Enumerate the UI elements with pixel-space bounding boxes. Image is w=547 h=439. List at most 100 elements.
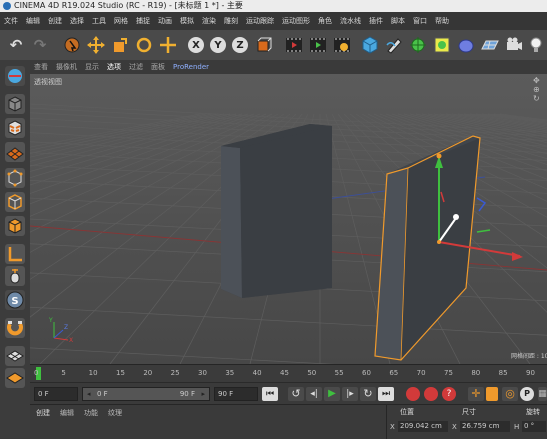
viewport-menu-view[interactable]: 查看 [30, 60, 52, 74]
model-mode-icon[interactable] [5, 94, 25, 114]
menu-script[interactable]: 脚本 [387, 12, 409, 30]
menu-animate[interactable]: 动画 [154, 12, 176, 30]
menu-help[interactable]: 帮助 [431, 12, 453, 30]
range-right-arrow-icon[interactable]: ▸ [201, 388, 205, 400]
edges-mode-icon[interactable] [5, 192, 25, 212]
parameter-key-icon[interactable]: P [520, 387, 534, 401]
position-x-field[interactable]: 209.042 cm [398, 421, 448, 432]
timeline-ruler[interactable]: 0 5 10 15 20 25 30 35 40 45 50 55 60 65 70 75 80 85 90 [30, 364, 547, 383]
render-to-picture-viewer-icon[interactable] [308, 35, 328, 55]
start-frame-field[interactable]: 0 F [34, 387, 78, 401]
menu-render[interactable]: 渲染 [198, 12, 220, 30]
end-frame-field[interactable]: 90 F [214, 387, 258, 401]
material-tab-create[interactable]: 创建 [36, 408, 50, 418]
menu-file[interactable]: 文件 [0, 12, 22, 30]
cube-object-icon[interactable] [360, 35, 380, 55]
menu-edit[interactable]: 编辑 [22, 12, 44, 30]
material-tab-edit[interactable]: 编辑 [60, 408, 74, 418]
point-level-key-icon[interactable]: ▦ [538, 387, 547, 401]
go-to-start-icon[interactable]: ⏮ [262, 387, 278, 401]
previous-frame-icon[interactable]: ◂| [306, 387, 322, 401]
range-left-arrow-icon[interactable]: ◂ [87, 388, 91, 400]
range-end-value: 90 F [179, 390, 195, 398]
viewport-menu-camera[interactable]: 摄像机 [52, 60, 81, 74]
menu-mograph[interactable]: 运动图形 [278, 12, 314, 30]
timeline-tick-label: 60 [362, 369, 371, 377]
pan-view-icon[interactable]: ✥ [533, 76, 543, 85]
menu-simulate[interactable]: 模拟 [176, 12, 198, 30]
go-to-end-icon[interactable]: ⏭ [378, 387, 394, 401]
light-icon[interactable] [526, 35, 546, 55]
redo-icon[interactable]: ↷ [30, 35, 50, 55]
previous-key-icon[interactable]: ↺ [288, 387, 304, 401]
viewport-menu-filter[interactable]: 过滤 [125, 60, 147, 74]
coordinates-manager: 位置 尺寸 旋转 X 209.042 cm X 26.759 cm H 0 ° [386, 405, 547, 439]
coordinate-system-icon[interactable] [254, 35, 274, 55]
menu-select[interactable]: 选择 [66, 12, 88, 30]
x-axis-lock-icon[interactable]: X [186, 35, 206, 55]
solo-mode-icon[interactable]: S [5, 290, 25, 310]
viewport-scene: Y X Z 透视视图 网格间距 : 100 cm [30, 74, 547, 364]
render-view-icon[interactable] [284, 35, 304, 55]
deformer-icon[interactable] [456, 35, 476, 55]
size-x-field[interactable]: 26.759 cm [460, 421, 510, 432]
rotate-view-icon[interactable]: ↻ [533, 94, 543, 103]
menu-create[interactable]: 创建 [44, 12, 66, 30]
make-editable-icon[interactable] [5, 66, 25, 86]
planar-workplane-icon[interactable] [5, 368, 25, 388]
window-title-bar: CINEMA 4D R19.024 Studio (RC - R19) - [未… [0, 0, 547, 12]
scale-icon[interactable] [110, 35, 130, 55]
scale-key-icon[interactable] [486, 387, 498, 401]
workplane-mode-icon[interactable] [5, 142, 25, 162]
axis-mode-icon[interactable] [5, 244, 25, 264]
rotation-h-field[interactable]: 0 ° [522, 421, 546, 432]
preview-range-slider[interactable]: ◂ 0 F 90 F ▸ [82, 387, 210, 401]
viewport-menu-prorender[interactable]: ProRender [169, 60, 213, 74]
autokeying-icon[interactable] [424, 387, 438, 401]
camera-icon[interactable] [504, 35, 524, 55]
viewport-menu-options[interactable]: 选项 [103, 60, 125, 74]
menu-window[interactable]: 窗口 [409, 12, 431, 30]
texture-mode-icon[interactable] [5, 118, 25, 138]
z-axis-lock-icon[interactable]: Z [230, 35, 250, 55]
render-settings-icon[interactable] [332, 35, 352, 55]
menu-mesh[interactable]: 网格 [110, 12, 132, 30]
array-cloner-icon[interactable] [432, 35, 452, 55]
material-tab-texture[interactable]: 纹理 [108, 408, 122, 418]
play-icon[interactable]: ▶ [324, 387, 340, 401]
keyframe-selection-icon[interactable]: ? [442, 387, 456, 401]
zoom-view-icon[interactable]: ⊕ [533, 85, 543, 94]
menu-tools[interactable]: 工具 [88, 12, 110, 30]
next-frame-icon[interactable]: |▸ [342, 387, 358, 401]
menu-sculpt[interactable]: 雕刻 [220, 12, 242, 30]
workplane-lock-icon[interactable] [5, 346, 25, 366]
position-key-icon[interactable]: ✛ [468, 387, 484, 401]
rotate-icon[interactable] [134, 35, 154, 55]
subdivision-surface-icon[interactable] [408, 35, 428, 55]
snapping-icon[interactable] [5, 318, 25, 338]
perspective-viewport[interactable]: Y X Z 透视视图 网格间距 : 100 cm ✥ ⊕ ↻ [30, 74, 547, 364]
record-active-objects-icon[interactable] [406, 387, 420, 401]
polygons-mode-icon[interactable] [5, 216, 25, 236]
menu-motion-tracker[interactable]: 运动跟踪 [242, 12, 278, 30]
menu-plugins[interactable]: 插件 [365, 12, 387, 30]
menu-character[interactable]: 角色 [314, 12, 336, 30]
next-key-icon[interactable]: ↻ [360, 387, 376, 401]
viewport-menu-display[interactable]: 显示 [81, 60, 103, 74]
floor-environment-icon[interactable] [480, 35, 500, 55]
viewport-menu-panel[interactable]: 面板 [147, 60, 169, 74]
timeline-tick-label: 90 [526, 369, 535, 377]
box-object-left[interactable] [221, 124, 332, 298]
tweak-mode-icon[interactable] [5, 266, 25, 286]
rotation-key-icon[interactable]: ◎ [502, 387, 518, 401]
menu-pipeline[interactable]: 流水线 [336, 12, 365, 30]
material-tab-function[interactable]: 功能 [84, 408, 98, 418]
menu-snap[interactable]: 捕捉 [132, 12, 154, 30]
recent-tool-icon[interactable] [158, 35, 178, 55]
points-mode-icon[interactable] [5, 168, 25, 188]
undo-icon[interactable]: ↶ [6, 35, 26, 55]
y-axis-lock-icon[interactable]: Y [208, 35, 228, 55]
live-selection-icon[interactable] [62, 35, 82, 55]
move-icon[interactable] [86, 35, 106, 55]
pen-spline-icon[interactable] [384, 35, 404, 55]
